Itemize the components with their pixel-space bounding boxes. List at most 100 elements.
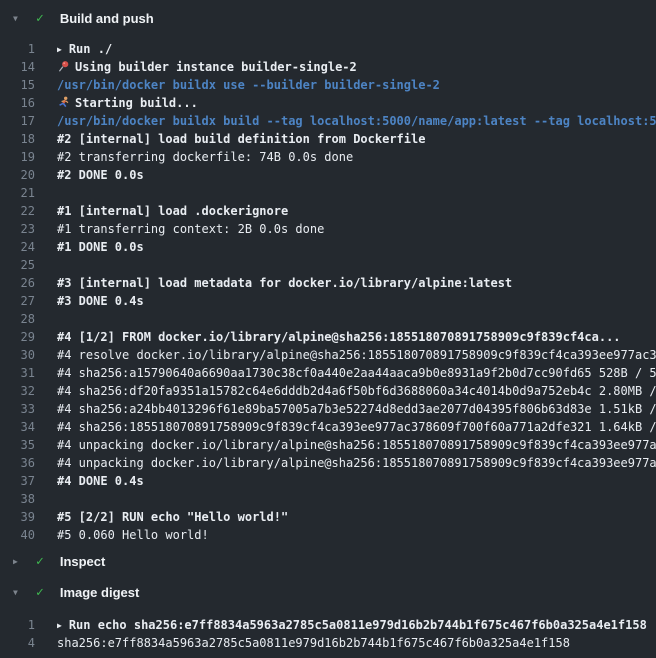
log-lines: 1 ▶ Run ./ 14 Using builder instance builder…	[0, 40, 656, 544]
line-number[interactable]: 26	[0, 274, 35, 292]
line-content: #1 DONE 0.0s	[57, 238, 144, 256]
line-content: #5 0.060 Hello world!	[57, 526, 209, 544]
line-number[interactable]: 35	[0, 436, 35, 454]
line-number[interactable]: 16	[0, 94, 35, 112]
log-text: #4 resolve docker.io/library/alpine@sha2…	[57, 348, 656, 362]
log-text: Run ./	[69, 42, 112, 56]
section-label: Image digest	[60, 585, 139, 600]
line-number[interactable]: 36	[0, 454, 35, 472]
chevron-down-icon: ▼	[13, 14, 25, 23]
runner-icon	[57, 96, 70, 110]
section-header-build-and-push[interactable]: ▼✓Build and push	[0, 6, 656, 30]
log-line: 23 #1 transferring context: 2B 0.0s done	[0, 220, 656, 238]
line-number[interactable]: 28	[0, 310, 35, 328]
log-line: 14 Using builder instance builder-single-…	[0, 58, 656, 76]
log-text: #1 DONE 0.0s	[57, 240, 144, 254]
log-line: 40 #5 0.060 Hello world!	[0, 526, 656, 544]
line-content: #4 unpacking docker.io/library/alpine@sh…	[57, 436, 656, 454]
line-number[interactable]: 4	[0, 634, 35, 652]
log-text: #2 transferring dockerfile: 74B 0.0s don…	[57, 150, 353, 164]
line-content: #2 [internal] load build definition from…	[57, 130, 425, 148]
line-content: /usr/bin/docker buildx build --tag local…	[57, 112, 656, 130]
line-content: #1 [internal] load .dockerignore	[57, 202, 288, 220]
pushpin-icon	[57, 60, 70, 74]
log-line: 1 ▶ Run ./	[0, 40, 656, 58]
line-content: #4 sha256:df20fa9351a15782c64e6dddb2d4a6…	[57, 382, 656, 400]
log-text: Run echo sha256:e7ff8834a5963a2785c5a081…	[69, 618, 647, 632]
line-number[interactable]: 14	[0, 58, 35, 76]
run-group-expander-icon[interactable]: ▶	[57, 621, 62, 630]
line-content: #1 transferring context: 2B 0.0s done	[57, 220, 324, 238]
line-number[interactable]: 18	[0, 130, 35, 148]
line-content: #2 transferring dockerfile: 74B 0.0s don…	[57, 148, 353, 166]
line-number[interactable]: 31	[0, 364, 35, 382]
log-section-build-and-push: ▼✓Build and push 1 ▶ Run ./ 14 Using builder …	[0, 6, 656, 544]
log-lines: 1 ▶ Run echo sha256:e7ff8834a5963a2785c5a0…	[0, 616, 656, 652]
line-number[interactable]: 23	[0, 220, 35, 238]
line-number[interactable]: 39	[0, 508, 35, 526]
log-line: 16 Starting build...	[0, 94, 656, 112]
log-line: 20#2 DONE 0.0s	[0, 166, 656, 184]
check-icon: ✓	[36, 585, 44, 600]
log-text: /usr/bin/docker buildx use --builder bui…	[57, 78, 440, 92]
log-line: 37 #4 DONE 0.4s	[0, 472, 656, 490]
line-number[interactable]: 40	[0, 526, 35, 544]
log-text: #1 [internal] load .dockerignore	[57, 204, 288, 218]
log-text: sha256:e7ff8834a5963a2785c5a0811e979d16b…	[57, 636, 570, 650]
section-label: Build and push	[60, 11, 154, 26]
section-label: Inspect	[60, 554, 106, 569]
log-line: 36 #4 unpacking docker.io/library/alpine@…	[0, 454, 656, 472]
section-header-image-digest[interactable]: ▼✓Image digest	[0, 580, 656, 604]
line-number[interactable]: 34	[0, 418, 35, 436]
line-content: #3 [internal] load metadata for docker.i…	[57, 274, 512, 292]
log-text: #4 unpacking docker.io/library/alpine@sh…	[57, 438, 656, 452]
log-line: 22 #1 [internal] load .dockerignore	[0, 202, 656, 220]
line-number[interactable]: 24	[0, 238, 35, 256]
log-text: #5 [2/2] RUN echo "Hello world!"	[57, 510, 288, 524]
log-line: 34#4 sha256:185518070891758909c9f839cf4c…	[0, 418, 656, 436]
check-icon: ✓	[36, 554, 44, 569]
log-line: 19 #2 transferring dockerfile: 74B 0.0s d…	[0, 148, 656, 166]
line-number[interactable]: 32	[0, 382, 35, 400]
line-number[interactable]: 37	[0, 472, 35, 490]
log-line: 27 #3 DONE 0.4s	[0, 292, 656, 310]
log-text: #4 sha256:df20fa9351a15782c64e6dddb2d4a6…	[57, 384, 656, 398]
log-text: #4 unpacking docker.io/library/alpine@sh…	[57, 456, 656, 470]
log-text: #4 [1/2] FROM docker.io/library/alpine@s…	[57, 330, 621, 344]
log-line: 39 #5 [2/2] RUN echo "Hello world!"	[0, 508, 656, 526]
line-number[interactable]: 22	[0, 202, 35, 220]
log-line: 31#4 sha256:a15790640a6690aa1730c38cf0a4…	[0, 364, 656, 382]
log-line: 4 sha256:e7ff8834a5963a2785c5a0811e979d16…	[0, 634, 656, 652]
log-line: 33#4 sha256:a24bb4013296f61e89ba57005a7b…	[0, 400, 656, 418]
line-number[interactable]: 21	[0, 184, 35, 202]
line-content: Starting build...	[57, 94, 198, 112]
run-group-expander-icon[interactable]: ▶	[57, 45, 62, 54]
log-line: 25	[0, 256, 656, 274]
line-number[interactable]: 38	[0, 490, 35, 508]
line-number[interactable]: 20	[0, 166, 35, 184]
log-line: 28	[0, 310, 656, 328]
actions-log-page: { "colors": { "background": "#24292f", "…	[0, 0, 656, 658]
line-number[interactable]: 33	[0, 400, 35, 418]
line-content: #4 [1/2] FROM docker.io/library/alpine@s…	[57, 328, 621, 346]
line-number[interactable]: 25	[0, 256, 35, 274]
line-number[interactable]: 1	[0, 40, 35, 58]
section-header-inspect[interactable]: ▶✓Inspect	[0, 549, 656, 573]
line-number[interactable]: 30	[0, 346, 35, 364]
log-text: #3 DONE 0.4s	[57, 294, 144, 308]
line-number[interactable]: 15	[0, 76, 35, 94]
log-text: #5 0.060 Hello world!	[57, 528, 209, 542]
log-line: 26 #3 [internal] load metadata for docker…	[0, 274, 656, 292]
line-content: Using builder instance builder-single-2	[57, 58, 357, 76]
line-number[interactable]: 1	[0, 616, 35, 634]
line-number[interactable]: 29	[0, 328, 35, 346]
log-line: 35 #4 unpacking docker.io/library/alpine@…	[0, 436, 656, 454]
line-content: #4 unpacking docker.io/library/alpine@sh…	[57, 454, 656, 472]
log-text: #4 DONE 0.4s	[57, 474, 144, 488]
log-text: Using builder instance builder-single-2	[75, 60, 357, 74]
log-line: 15/usr/bin/docker buildx use --builder b…	[0, 76, 656, 94]
line-number[interactable]: 27	[0, 292, 35, 310]
line-number[interactable]: 19	[0, 148, 35, 166]
line-number[interactable]: 17	[0, 112, 35, 130]
workflow-log: ▼✓Build and push1▶Run ./14Using builder …	[0, 6, 656, 652]
